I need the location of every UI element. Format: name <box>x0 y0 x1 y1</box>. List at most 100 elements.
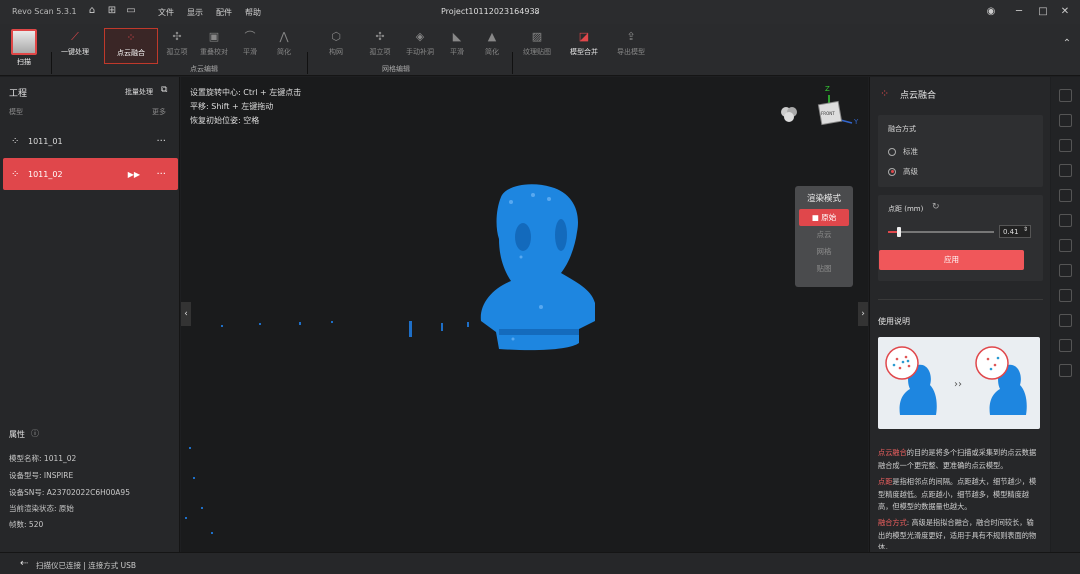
maximize-icon[interactable]: □ <box>1036 5 1050 19</box>
mode-standard-radio[interactable]: 标准 <box>888 146 918 157</box>
property-label: 模型名称: <box>9 454 42 463</box>
texture-mapping-button[interactable]: ▨ 纹理贴图 <box>519 28 555 64</box>
view-mode-icon[interactable] <box>778 102 800 124</box>
menu-file[interactable]: 文件 <box>158 7 174 18</box>
usage-highlight: 融合方式 <box>878 518 907 527</box>
overlap-correction-button[interactable]: ▣ 重叠校对 <box>197 28 231 64</box>
collapse-right-panel-button[interactable]: › <box>858 302 868 326</box>
home-icon[interactable]: ⌂ <box>86 5 98 17</box>
tool-icon[interactable] <box>1059 314 1072 327</box>
more-label[interactable]: 更多 <box>152 107 166 117</box>
image-icon: ▨ <box>531 30 543 43</box>
tool-label: 简化 <box>277 48 291 56</box>
point-distance-input[interactable]: 0.41 ⇕ <box>999 225 1031 238</box>
mesh-smooth-button[interactable]: ◣ 平滑 <box>443 28 471 64</box>
mesh-button[interactable]: ⬡ 构网 <box>322 28 350 64</box>
folder-icon[interactable]: ▭ <box>125 5 137 17</box>
model-item-selected[interactable]: ⁘ 1011_02 ▶▶ ··· <box>3 158 178 190</box>
render-option-label: 原始 <box>821 213 837 222</box>
manual-fill-hole-button[interactable]: ◈ 手动补洞 <box>400 28 440 64</box>
tool-icon[interactable] <box>1059 139 1072 152</box>
menu-help[interactable]: 帮助 <box>245 7 261 18</box>
model-merge-button[interactable]: ◪ 模型合并 <box>565 28 603 64</box>
redo-icon[interactable] <box>1059 364 1072 377</box>
property-label: 设备SN号: <box>9 488 45 497</box>
simplify-icon: ⋀ <box>279 30 289 43</box>
fill-hole-icon: ◈ <box>415 30 425 43</box>
render-option-point-cloud[interactable]: 点云 <box>799 226 849 243</box>
one-click-label: 一键处理 <box>61 48 89 56</box>
collapse-toolbar-icon[interactable]: ⌃ <box>1061 38 1073 50</box>
menu-accessories[interactable]: 配件 <box>216 7 232 18</box>
property-label: 当前渲染状态: <box>9 504 57 513</box>
property-value: 1011_02 <box>43 454 77 463</box>
settings-icon[interactable]: ◉ <box>984 5 998 19</box>
more-options-icon[interactable]: ··· <box>156 136 166 147</box>
model-item[interactable]: ⁘ 1011_01 ··· <box>3 125 178 157</box>
project-title: 工程 <box>9 89 28 99</box>
magic-wand-icon: ⟋ <box>71 30 79 43</box>
isolated-items-button[interactable]: ✣ 孤立项 <box>162 28 192 64</box>
batch-icon[interactable]: ⧉ <box>161 85 167 95</box>
point-cloud-bust <box>185 184 595 534</box>
tool-icon[interactable] <box>1059 164 1072 177</box>
add-icon[interactable]: ⊞ <box>106 5 118 17</box>
more-options-icon[interactable]: ··· <box>156 169 166 180</box>
chevron-down-icon[interactable]: ⌄ <box>533 7 540 16</box>
property-value: A23702022C6H00A95 <box>46 488 130 497</box>
project-panel: 工程 批量处理 ⧉ 模型 更多 ⁘ 1011_01 ··· ⁘ 1011_02 … <box>0 77 180 552</box>
collapse-left-panel-button[interactable]: ‹ <box>181 302 191 326</box>
tool-icon[interactable] <box>1059 289 1072 302</box>
3d-viewport[interactable]: 设置旋转中心: Ctrl + 左键点击 平移: Shift + 左键拖动 恢复初… <box>181 77 868 552</box>
tool-icon[interactable] <box>1059 114 1072 127</box>
scan-button[interactable]: 扫描 <box>4 26 44 74</box>
tool-icon[interactable] <box>1059 264 1072 277</box>
toolbar: 扫描 ⟋ 一键处理 ⁘ 点云融合 ✣ 孤立项 ▣ 重叠校对 ⌒ 平滑 ⋀ 简化 ⬡ 构网 … <box>0 24 1080 76</box>
scan-label: 扫描 <box>17 58 31 66</box>
close-icon[interactable]: ✕ <box>1058 5 1072 19</box>
mesh-simplify-button[interactable]: ▲ 简化 <box>478 28 506 64</box>
minimize-icon[interactable]: ─ <box>1012 5 1026 19</box>
mesh-icon: ⬡ <box>331 30 341 43</box>
one-click-process-button[interactable]: ⟋ 一键处理 <box>56 28 94 64</box>
project-name[interactable]: Project10112023164938 <box>441 7 540 16</box>
render-option-mesh[interactable]: 网格 <box>799 243 849 260</box>
render-mode-panel: 渲染模式 ■ 原始 点云 网格 贴图 <box>795 186 853 287</box>
tool-icon[interactable] <box>1059 189 1072 202</box>
play-icon[interactable]: ▶▶ <box>128 170 140 179</box>
divider <box>878 299 1043 300</box>
batch-process-button[interactable]: 批量处理 <box>125 87 153 97</box>
slider-track[interactable] <box>888 227 994 237</box>
slider-thumb[interactable] <box>896 227 901 237</box>
export-model-button[interactable]: ⇪ 导出模型 <box>612 28 650 64</box>
tool-label: 点云融合 <box>117 49 145 57</box>
undo-icon[interactable] <box>1059 339 1072 352</box>
fusion-mode-card: 融合方式 标准 高级 <box>878 115 1043 187</box>
model-name: 1011_02 <box>28 169 63 179</box>
apply-button[interactable]: 应用 <box>879 250 1024 270</box>
view-cube[interactable]: FRONT Z Y <box>814 85 862 131</box>
back-arrow-icon[interactable]: ⇠ <box>20 558 28 569</box>
render-option-texture[interactable]: 贴图 <box>799 260 849 277</box>
smooth-button[interactable]: ⌒ 平滑 <box>236 28 264 64</box>
reset-icon[interactable]: ↻ <box>932 202 940 212</box>
render-option-original[interactable]: ■ 原始 <box>799 209 849 226</box>
divider <box>51 52 52 74</box>
fusion-mode-label: 融合方式 <box>888 125 916 133</box>
usage-paragraph: 点云融合的目的是将多个扫描或采集到的点云数据融合成一个更完整、更准确的点云模型。 <box>878 447 1038 472</box>
property-value: 520 <box>28 520 44 529</box>
point-cloud-fusion-button[interactable]: ⁘ 点云融合 <box>104 28 158 64</box>
usage-paragraph: 点距是指相邻点的间隔。点距越大，细节越少，模型精度越低。点距越小，细节越多，模型… <box>878 476 1038 514</box>
stepper-icon[interactable]: ⇕ <box>1023 226 1028 233</box>
tool-icon[interactable] <box>1059 214 1072 227</box>
info-icon[interactable]: ⓘ <box>31 428 39 439</box>
simplify-button[interactable]: ⋀ 简化 <box>270 28 298 64</box>
tool-icon[interactable] <box>1059 239 1072 252</box>
menu-display[interactable]: 显示 <box>187 7 203 18</box>
merge-icon: ◪ <box>578 30 590 43</box>
divider <box>512 52 513 74</box>
mesh-isolated-button[interactable]: ✣ 孤立项 <box>365 28 395 64</box>
mode-advanced-radio[interactable]: 高级 <box>888 166 918 177</box>
tool-label: 导出模型 <box>617 48 645 56</box>
tool-icon[interactable] <box>1059 89 1072 102</box>
